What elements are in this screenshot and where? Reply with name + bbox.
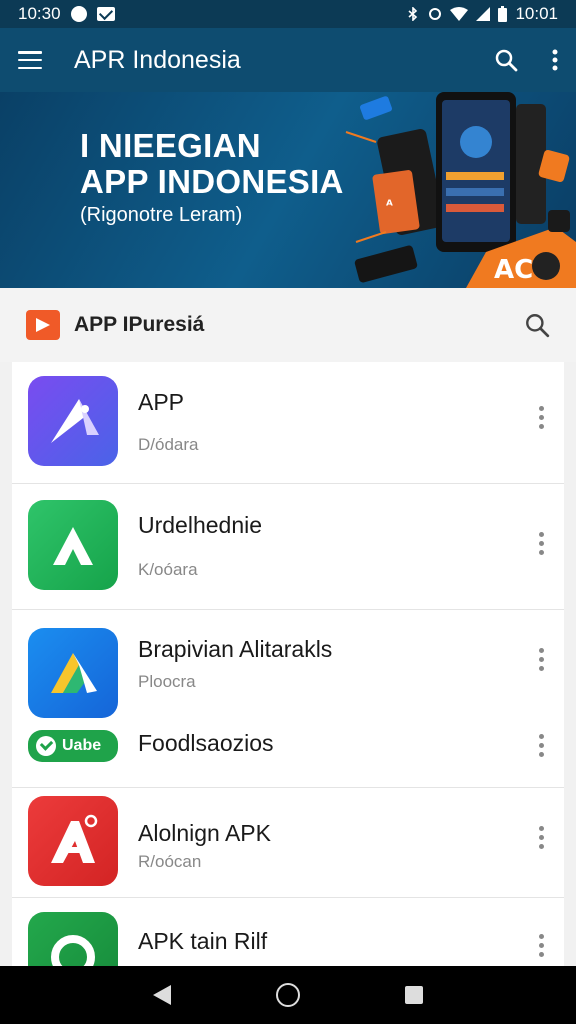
app-icon-red <box>28 796 118 886</box>
overflow-menu-icon[interactable] <box>552 49 558 71</box>
notification-dot-icon <box>70 6 87 22</box>
list-item-subtitle: R/oócan <box>138 852 202 871</box>
more-options-icon[interactable] <box>538 648 544 671</box>
list-item-subtitle: Ploocra <box>138 672 196 691</box>
app-icon-green <box>28 500 118 590</box>
section-search-icon[interactable] <box>524 312 550 338</box>
app-title: APR Indonesia <box>74 45 241 74</box>
status-bar: 10:30 10:01 <box>0 0 576 28</box>
list-item[interactable]: Brapivian Alitarakls Ploocra Uabe Foodls… <box>12 610 564 788</box>
mail-icon <box>96 7 115 21</box>
more-options-icon[interactable] <box>538 826 544 849</box>
svg-text:ᴬ: ᴬ <box>386 198 393 214</box>
menu-icon[interactable] <box>18 51 42 69</box>
app-icon-purple <box>28 376 118 466</box>
app-icon-darkgreen <box>28 912 118 969</box>
list-item[interactable]: APP D/ódara <box>12 362 564 484</box>
list-item-subtitle: K/oóara <box>138 560 198 579</box>
promo-banner[interactable]: I NIEEGIAN APP INDONESIA (Rigonotre Lera… <box>0 92 576 288</box>
list-item-title: Alolnign APK <box>138 820 271 846</box>
signal-icon <box>476 7 491 21</box>
list-item[interactable]: APK tain Rilf <box>12 898 564 970</box>
battery-icon <box>498 6 508 22</box>
svg-text:AC: AC <box>494 255 533 285</box>
list-item[interactable]: Alolnign APK R/oócan <box>12 788 564 898</box>
list-item-title: APK tain Rilf <box>138 928 268 954</box>
more-options-icon[interactable] <box>538 734 544 757</box>
app-list: APP D/ódara Urdelhednie K/oóara Brapivia… <box>12 362 564 970</box>
status-time-right: 10:01 <box>515 4 558 23</box>
list-item[interactable]: Urdelhednie K/oóara <box>12 484 564 610</box>
verified-badge: Uabe <box>28 730 118 762</box>
app-logo-icon <box>26 310 60 340</box>
home-icon[interactable] <box>275 983 300 1007</box>
status-time-left: 10:30 <box>18 4 61 23</box>
system-nav-bar <box>0 966 576 1024</box>
section-title: APP IPuresiá <box>74 313 205 336</box>
banner-title: I NIEEGIAN APP INDONESIA <box>80 127 344 200</box>
sync-icon <box>429 8 442 20</box>
more-options-icon[interactable] <box>538 934 544 957</box>
list-item-title: APP <box>138 389 185 415</box>
app-bar: APR Indonesia <box>0 28 576 92</box>
bluetooth-icon <box>408 7 418 21</box>
list-item-extra-title: Foodlsaozios <box>138 730 274 756</box>
more-options-icon[interactable] <box>538 532 544 555</box>
recent-apps-icon[interactable] <box>405 986 424 1004</box>
banner-subtitle: (Rigonotre Leram) <box>80 204 243 226</box>
list-item-title: Urdelhednie <box>138 512 263 538</box>
section-header: APP IPuresiá <box>0 288 576 362</box>
wifi-icon <box>450 7 469 21</box>
back-icon[interactable] <box>152 985 171 1005</box>
check-icon <box>36 736 56 756</box>
more-options-icon[interactable] <box>538 406 544 429</box>
search-icon[interactable] <box>494 48 518 72</box>
list-item-title: Brapivian Alitarakls <box>138 636 333 662</box>
app-icon-blue <box>28 628 118 718</box>
banner-phones-illustration: ᴬ AC <box>345 92 576 288</box>
list-item-subtitle: D/ódara <box>138 435 199 454</box>
